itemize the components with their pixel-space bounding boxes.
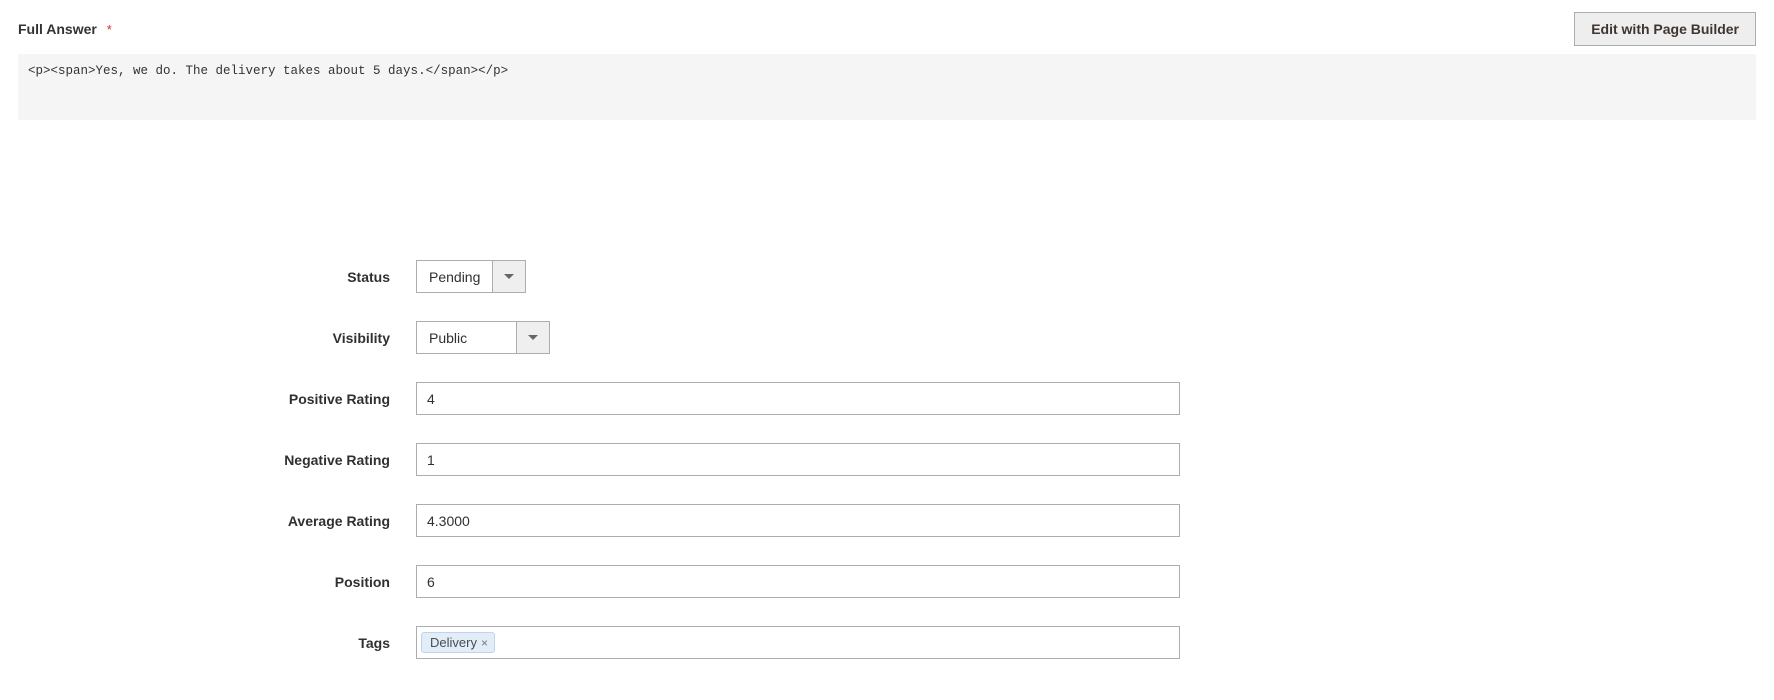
required-asterisk: * bbox=[107, 22, 112, 37]
status-select[interactable]: Pending bbox=[416, 260, 526, 293]
visibility-label: Visibility bbox=[18, 330, 416, 346]
positive-rating-input[interactable] bbox=[416, 382, 1180, 415]
average-rating-label: Average Rating bbox=[18, 513, 416, 529]
status-label: Status bbox=[18, 269, 416, 285]
tags-input[interactable]: Delivery × bbox=[416, 626, 1180, 659]
negative-rating-label: Negative Rating bbox=[18, 452, 416, 468]
full-answer-label-text: Full Answer bbox=[18, 21, 97, 37]
positive-rating-label: Positive Rating bbox=[18, 391, 416, 407]
full-answer-content[interactable]: <p><span>Yes, we do. The delivery takes … bbox=[18, 54, 1756, 120]
position-input[interactable] bbox=[416, 565, 1180, 598]
status-select-value: Pending bbox=[417, 261, 492, 292]
average-rating-input[interactable] bbox=[416, 504, 1180, 537]
negative-rating-input[interactable] bbox=[416, 443, 1180, 476]
full-answer-label: Full Answer * bbox=[18, 21, 112, 37]
chevron-down-icon bbox=[516, 322, 549, 353]
tags-label: Tags bbox=[18, 635, 416, 651]
tag-chip: Delivery × bbox=[421, 632, 495, 653]
tag-chip-label: Delivery bbox=[430, 635, 477, 650]
position-label: Position bbox=[18, 574, 416, 590]
close-icon[interactable]: × bbox=[481, 637, 488, 649]
edit-page-builder-button[interactable]: Edit with Page Builder bbox=[1574, 12, 1756, 46]
visibility-select-value: Public bbox=[417, 322, 516, 353]
chevron-down-icon bbox=[492, 261, 525, 292]
visibility-select[interactable]: Public bbox=[416, 321, 550, 354]
